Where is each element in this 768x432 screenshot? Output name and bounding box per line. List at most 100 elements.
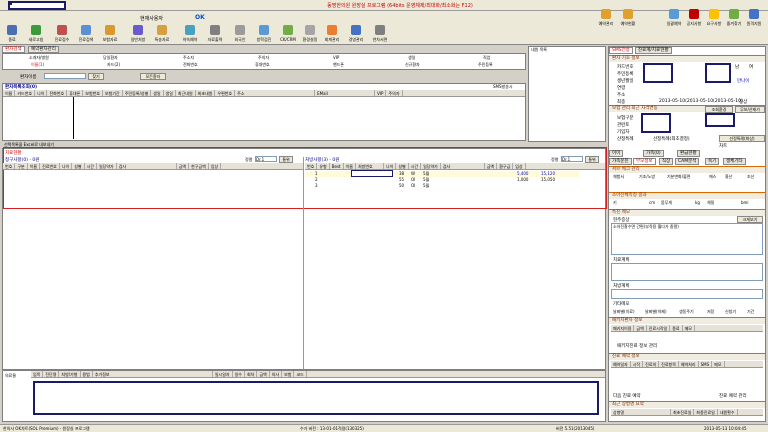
cat-birthday[interactable]: 생일 (408, 55, 415, 61)
gender-male[interactable]: 남 (735, 64, 739, 70)
redacted-patient-1 (643, 63, 673, 83)
redacted-insurance-2 (705, 113, 735, 127)
toolbar-prescription-button[interactable]: 일반처방 (128, 13, 148, 42)
appointment-section: 진료 예약 정보 (609, 353, 765, 360)
check-section: 서브 체크 관리 (609, 166, 765, 173)
toolbar-checkup-button[interactable]: 방학검진 (254, 13, 274, 42)
gender-female[interactable]: 여 (749, 64, 753, 70)
prescription-plan-textarea[interactable] (611, 289, 763, 299)
toolbar-special-button[interactable]: 특송자료 (152, 13, 172, 42)
appointment-header: 예약일자 시작 진료의 진료항목 예약처리 SMS 메모 (611, 361, 763, 368)
memo-section: 특진 메모 (609, 209, 765, 216)
cat-phone[interactable]: 전화번호 (183, 62, 198, 68)
tab-sleep[interactable]: 숙기 (705, 158, 720, 165)
cat-caution[interactable]: 주의자 (258, 55, 269, 61)
enlarge-button[interactable]: 크게보기 (737, 216, 763, 223)
cat-job[interactable]: 직업 (483, 55, 490, 61)
cat-resident[interactable]: 주민등록 (478, 62, 493, 68)
crm-icon (283, 25, 293, 35)
toolbar-management-button[interactable]: 경영관리 (346, 13, 366, 42)
redacted-record (33, 381, 599, 415)
list-divider (73, 97, 74, 139)
special-case-button[interactable]: 선정특례(화상) (719, 135, 765, 142)
cat-card[interactable]: 카드(2) (107, 62, 120, 68)
claim-header: 번호 구분 이름 진료번호 나이 성별 시간 일당약가 검사 금액 한구금액 임상 (3, 163, 303, 170)
refresh-icon (31, 25, 41, 35)
reserve-status-button[interactable]: 예약현황 (618, 3, 638, 31)
tab-family-inquiry[interactable]: 가족문진 (609, 158, 632, 165)
toolbar-appointment-button[interactable]: 약속예약 (180, 13, 200, 42)
package-manage-link[interactable]: 패키지진료 정보 관리 (617, 343, 657, 349)
app-window: 동명한의원 원장실 프로그램 (64bits 운영체제/최대화/최소화는 F12… (0, 0, 768, 432)
cat-address[interactable]: 주소지 (183, 55, 194, 61)
tab-family[interactable]: 가족(0) (643, 150, 664, 157)
title-bar: 동명한의원 원장실 프로그램 (64bits 운영체제/최대화/최소화는 F12… (0, 0, 768, 11)
claim-sort-select[interactable]: Dr.1 (255, 156, 277, 162)
tab-cam[interactable]: CAM분석 (675, 158, 700, 165)
cat-today[interactable]: 당일환자 (103, 55, 118, 61)
cat-new[interactable]: 신규환자 (405, 62, 420, 68)
category-panel: 소개자/병원 당일환자 주소지 주의자 VIP 생일 직업 이름(1) 카드(2… (2, 53, 526, 70)
tab-patient-search[interactable]: 환자검색 (2, 46, 25, 53)
patient-name-input[interactable] (44, 73, 86, 79)
toolbar-refresh-button[interactable]: 새로고침 (26, 13, 46, 42)
redacted-cell (351, 170, 393, 177)
check-row: 체험서 기조/노방 기분변화/불면 에스 흉산 조산 (613, 174, 755, 179)
tab-treatment-status[interactable]: 진료계/치료현황 (635, 47, 672, 54)
cat-name[interactable]: 이름(1) (31, 62, 44, 68)
claim-unit-button[interactable]: 통위 (279, 156, 293, 163)
toolbar-foreigner-button[interactable]: 외국인 (230, 13, 250, 42)
toolbar-settings-button[interactable]: 환경설정 (300, 13, 320, 42)
gear-icon (305, 25, 315, 35)
ins-query-button[interactable]: 조회환경 (705, 106, 733, 113)
lower-record-panel: 의료물 임목 진단명 처방/가형 용법 추가정보 일시일자 일수 회차 금액 의사 보험 코드 (2, 370, 606, 422)
cat-handphone[interactable]: 핸드폰 (333, 62, 344, 68)
package-header: 패키지이용 금액 진료시작일 종료 메모 (611, 325, 763, 332)
tab-bio[interactable]: 생체기타 (723, 158, 746, 165)
cat-mobile[interactable]: 휴대번호 (255, 62, 270, 68)
tab-reserve-patient[interactable]: 예약환자관리 (28, 46, 59, 53)
remote-icon (749, 9, 759, 19)
calendar-icon (623, 9, 633, 19)
treatment-divider (303, 157, 304, 369)
treatment-plan-textarea[interactable] (611, 263, 763, 281)
reception-icon (57, 25, 67, 35)
toolbar-annual-button[interactable]: 연차서면 (370, 13, 390, 42)
body-row: 키 cm 몸무게 kg 체질 bmi (613, 200, 749, 205)
tab-parent-info[interactable]: 부모정보 (633, 158, 656, 165)
tab-history[interactable]: 이이 (609, 150, 624, 157)
search-button[interactable]: 찾기 (88, 73, 104, 80)
toolbar-search-button[interactable]: 진료검색 (76, 13, 96, 42)
presc-sort-select[interactable]: Dr.1 (561, 156, 583, 162)
presc-unit-button[interactable]: 통위 (585, 156, 599, 163)
remote-support-button[interactable]: 원격지원 (744, 3, 764, 31)
table-row[interactable]: 3 50 OI 5월 (305, 183, 579, 189)
cat-vip[interactable]: VIP (333, 55, 339, 61)
reserve-manage-button[interactable]: 예약관리 (596, 3, 616, 31)
toolbar-insurance-button[interactable]: 보험자료 (100, 13, 120, 42)
special-icon (157, 25, 167, 35)
toolbar-exit-button[interactable]: 종료 (2, 13, 22, 42)
ins-button2[interactable]: 무보/산재가 (735, 106, 765, 113)
right-panel: SMS전송 진료계/치료현황 환자 기초 정보 카드번호 주민등록 생년월일 연… (608, 46, 766, 422)
document-icon (375, 25, 385, 35)
print-icon (210, 25, 220, 35)
tab-sms[interactable]: SMS전송 (609, 47, 633, 54)
all-patients-button[interactable]: 모든환자 (140, 73, 166, 80)
next-appointment-link[interactable]: 다음 진료 예약 (613, 393, 641, 399)
package-section: 패키지환자 정보 (609, 317, 765, 324)
category-row-2: 이름(1) 카드(2) 전화번호 휴대번호 핸드폰 신규환자 주민등록 (3, 62, 527, 68)
visit-list-label: 내원 목록 (531, 47, 547, 52)
redacted-patient-2 (705, 63, 731, 83)
toolbar-accounting-button[interactable]: 회계관리 (322, 13, 342, 42)
current-symptom-textarea[interactable]: 소아진찰수면 간편(부작용 뭘다가 중팔) (611, 223, 763, 255)
cat-referral[interactable]: 소개자/병원 (29, 55, 49, 61)
tab-refund[interactable]: 환급현황 (677, 150, 700, 157)
lower-header: 임목 진단명 처방/가형 용법 추가정보 일시일자 일수 회차 금액 의사 보험 코드 (31, 371, 605, 378)
tab-work[interactable]: 직장 (659, 158, 674, 165)
exit-icon (7, 25, 17, 35)
appointment-manage-link[interactable]: 진료 예약 관리 (719, 393, 747, 399)
toolbar-crm-button[interactable]: CK/CRM (278, 13, 298, 42)
toolbar-print-button[interactable]: 자료출력 (205, 13, 225, 42)
toolbar-reception-button[interactable]: 진료접수 (52, 13, 72, 42)
